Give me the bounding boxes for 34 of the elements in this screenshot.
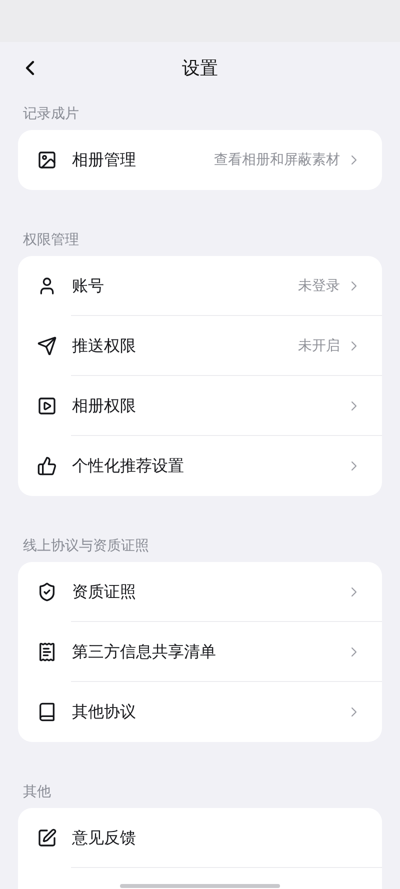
image-icon [37,150,57,170]
settings-row[interactable]: 个性化推荐设置 [18,436,382,496]
thumbs-up-icon [37,456,57,476]
row-value: 未开启 [298,336,340,356]
shield-check-icon [37,582,57,602]
section-title: 线上协议与资质证照 [23,538,149,554]
row-value: 查看相册和屏蔽素材 [214,150,340,170]
settings-row[interactable]: 其他协议 [18,682,382,742]
section-title: 记录成片 [23,106,79,122]
settings-row[interactable]: 账号 未登录 [18,256,382,316]
row-label: 意见反馈 [72,827,136,849]
paper-plane-icon [37,336,57,356]
page-title: 设置 [182,57,218,81]
settings-row[interactable]: 第三方信息共享清单 [18,622,382,682]
row-label: 第三方信息共享清单 [72,641,216,663]
settings-row[interactable]: 资质证照 [18,562,382,622]
row-label: 相册管理 [72,149,136,171]
row-label: 推送权限 [72,335,136,357]
edit-icon [37,828,57,848]
play-icon [37,396,57,416]
row-label: 相册权限 [72,395,136,417]
settings-row[interactable]: 意见反馈 [18,808,382,868]
book-icon [37,702,57,722]
settings-row[interactable]: 相册管理 查看相册和屏蔽素材 [18,130,382,190]
row-label: 个性化推荐设置 [72,455,184,477]
row-label: 资质证照 [72,581,136,603]
settings-row[interactable]: 相册权限 [18,376,382,436]
settings-row[interactable]: 推送权限 未开启 [18,316,382,376]
row-value: 未登录 [298,276,340,296]
document-icon [37,642,57,662]
section-title: 其他 [23,784,51,800]
row-label: 账号 [72,275,104,297]
row-label: 其他协议 [72,701,136,723]
section-title: 权限管理 [23,232,79,248]
